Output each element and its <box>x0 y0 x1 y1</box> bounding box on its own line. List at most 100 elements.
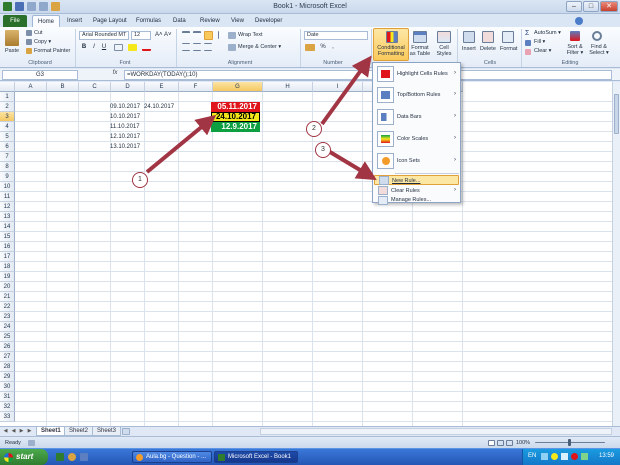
prev-sheet-icon[interactable]: ◀ <box>10 428 17 435</box>
underline-button[interactable]: U <box>100 43 108 51</box>
menu-item-manage-rules[interactable]: Manage Rules... <box>374 196 459 206</box>
row-header-32[interactable]: 32 <box>0 402 15 412</box>
menu-item-data-bars[interactable]: Data Bars › <box>374 108 459 127</box>
row-header-18[interactable]: 18 <box>0 262 15 272</box>
column-header-g[interactable]: G <box>213 82 263 92</box>
autosum-button[interactable]: AutoSum ▾ <box>534 30 561 36</box>
minimize-button[interactable]: – <box>566 1 582 12</box>
format-painter-button[interactable]: Format Painter <box>34 48 70 54</box>
orientation-icon[interactable] <box>218 31 226 39</box>
tab-data[interactable]: Data <box>168 15 191 27</box>
quicklaunch-desktop-icon[interactable] <box>80 453 88 461</box>
scrollbar-thumb[interactable] <box>614 94 619 134</box>
row-header-20[interactable]: 20 <box>0 282 15 292</box>
cell-d5[interactable]: 12.10.2017 <box>110 132 140 142</box>
menu-item-icon-sets[interactable]: Icon Sets › <box>374 152 459 171</box>
tab-formulas[interactable]: Formulas <box>131 15 166 27</box>
row-header-24[interactable]: 24 <box>0 322 15 332</box>
row-header-9[interactable]: 9 <box>0 172 15 182</box>
format-as-table-button[interactable]: Format as Table <box>409 45 431 57</box>
column-header-i[interactable]: I <box>313 82 363 92</box>
first-sheet-icon[interactable]: ◀ <box>2 428 9 435</box>
quicklaunch-browser-icon[interactable] <box>68 453 76 461</box>
taskbar-item-browser[interactable]: Aula.bg - Question - ... <box>132 451 212 463</box>
sheet-tab-1[interactable]: Sheet1 <box>36 427 66 436</box>
row-header-29[interactable]: 29 <box>0 372 15 382</box>
insert-button[interactable]: Insert <box>462 46 476 52</box>
column-header-a[interactable]: A <box>15 82 47 92</box>
next-sheet-icon[interactable]: ▶ <box>18 428 25 435</box>
paste-button[interactable]: Paste <box>5 48 19 54</box>
align-left-icon[interactable] <box>182 43 190 51</box>
row-header-13[interactable]: 13 <box>0 212 15 222</box>
cell-d3[interactable]: 10.10.2017 <box>110 112 140 122</box>
worksheet-grid[interactable]: ABCDEFGHIJK 1234567891011121314151617181… <box>0 82 612 426</box>
font-color-icon[interactable] <box>142 44 151 51</box>
language-indicator[interactable]: EN <box>528 453 536 459</box>
row-header-16[interactable]: 16 <box>0 242 15 252</box>
vertical-scrollbar[interactable] <box>612 82 620 426</box>
menu-item-color-scales[interactable]: Color Scales › <box>374 130 459 149</box>
format-button[interactable]: Format <box>500 46 517 52</box>
maximize-button[interactable]: □ <box>583 1 599 12</box>
cell-g4[interactable]: 12.9.2017 <box>211 122 260 132</box>
wrap-text-button[interactable]: Wrap Text <box>238 32 263 38</box>
column-header-d[interactable]: D <box>111 82 145 92</box>
page-break-view-icon[interactable] <box>506 440 513 446</box>
row-header-10[interactable]: 10 <box>0 182 15 192</box>
row-header-27[interactable]: 27 <box>0 352 15 362</box>
borders-icon[interactable] <box>114 44 123 51</box>
cut-button[interactable]: Cut <box>34 30 43 36</box>
cell-g2[interactable]: 05.11.2017 <box>211 102 260 112</box>
align-top-icon[interactable] <box>182 31 190 39</box>
tray-network-icon[interactable] <box>541 453 548 460</box>
cell-d4[interactable]: 11.10.2017 <box>110 122 140 132</box>
align-right-icon[interactable] <box>204 43 212 51</box>
start-button[interactable]: start <box>0 449 48 465</box>
font-family-select[interactable]: Arial Rounded MT <box>79 31 129 40</box>
row-header-30[interactable]: 30 <box>0 382 15 392</box>
row-header-14[interactable]: 14 <box>0 222 15 232</box>
delete-button[interactable]: Delete <box>480 46 496 52</box>
close-button[interactable]: ✕ <box>600 1 618 12</box>
tab-view[interactable]: View <box>226 15 249 27</box>
row-header-8[interactable]: 8 <box>0 162 15 172</box>
sort-filter-button[interactable]: Sort & Filter ▾ <box>564 44 586 56</box>
font-size-select[interactable]: 12 <box>131 31 151 40</box>
row-header-22[interactable]: 22 <box>0 302 15 312</box>
grow-font-button[interactable]: A˄ <box>154 31 163 39</box>
quicklaunch-excel-icon[interactable] <box>56 453 64 461</box>
merge-center-button[interactable]: Merge & Center ▾ <box>238 44 281 50</box>
row-header-31[interactable]: 31 <box>0 392 15 402</box>
cell-styles-button[interactable]: Cell Styles <box>433 45 455 57</box>
column-header-c[interactable]: C <box>79 82 111 92</box>
column-header-b[interactable]: B <box>47 82 79 92</box>
select-all-corner[interactable] <box>0 82 15 92</box>
name-box[interactable]: G3 <box>2 70 78 80</box>
row-header-25[interactable]: 25 <box>0 332 15 342</box>
tab-developer[interactable]: Developer <box>250 15 287 27</box>
menu-item-new-rule[interactable]: New Rule... <box>374 175 459 185</box>
row-header-26[interactable]: 26 <box>0 342 15 352</box>
tab-page-layout[interactable]: Page Layout <box>88 15 132 27</box>
percent-button[interactable]: % <box>319 43 327 51</box>
macro-record-icon[interactable] <box>28 440 35 446</box>
conditional-formatting-button[interactable]: Conditional Formatting <box>373 28 409 61</box>
formula-input[interactable]: =WORKDAY(TODAY();10) <box>124 70 612 80</box>
column-header-e[interactable]: E <box>145 82 179 92</box>
last-sheet-icon[interactable]: ▶ <box>26 428 33 435</box>
align-center-icon[interactable] <box>193 43 201 51</box>
bold-button[interactable]: B <box>80 43 88 51</box>
column-header-h[interactable]: H <box>263 82 313 92</box>
tray-security-icon[interactable] <box>571 453 578 460</box>
cell-e2[interactable]: 24.10.2017 <box>144 102 174 112</box>
zoom-level[interactable]: 100% <box>516 440 530 446</box>
clear-button[interactable]: Clear ▾ <box>534 48 551 54</box>
zoom-slider-thumb[interactable] <box>568 439 571 446</box>
row-header-33[interactable]: 33 <box>0 412 15 422</box>
row-header-23[interactable]: 23 <box>0 312 15 322</box>
tab-review[interactable]: Review <box>195 15 225 27</box>
find-select-button[interactable]: Find & Select ▾ <box>585 44 613 56</box>
tab-home[interactable]: Home <box>32 15 61 27</box>
row-header-11[interactable]: 11 <box>0 192 15 202</box>
